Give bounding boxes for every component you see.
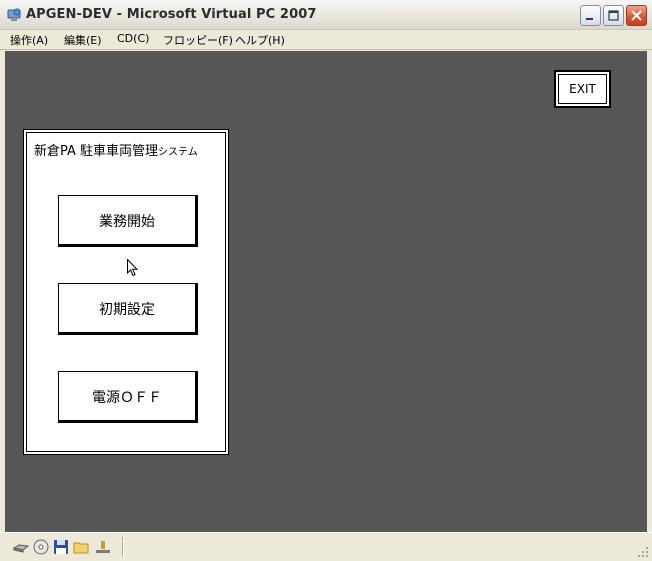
menu-cd[interactable]: CD(C) bbox=[117, 32, 149, 45]
menu-edit[interactable]: 編集(E) bbox=[64, 32, 102, 48]
power-off-label: 電源ＯＦＦ bbox=[92, 390, 162, 406]
shared-folder-icon[interactable] bbox=[73, 539, 89, 555]
minimize-icon bbox=[586, 18, 593, 20]
network-icon[interactable] bbox=[95, 539, 111, 555]
start-work-button[interactable]: 業務開始 bbox=[58, 195, 198, 247]
menu-action[interactable]: 操作(A) bbox=[10, 32, 48, 48]
status-bar bbox=[0, 532, 652, 561]
menu-help[interactable]: ヘルプ(H) bbox=[235, 32, 285, 48]
exit-button-label: EXIT bbox=[569, 82, 596, 96]
virtual-pc-icon bbox=[7, 8, 21, 21]
initial-settings-button[interactable]: 初期設定 bbox=[58, 283, 198, 335]
initial-settings-label: 初期設定 bbox=[99, 302, 155, 318]
panel-title: 新倉PA 駐車車両管理システム bbox=[34, 140, 198, 159]
floppy-icon[interactable] bbox=[53, 539, 69, 555]
start-work-label: 業務開始 bbox=[99, 214, 155, 230]
minimize-button[interactable] bbox=[580, 5, 601, 26]
status-separator bbox=[122, 537, 123, 557]
menu-bar: 操作(A) 編集(E) CD(C) フロッピー(F) ヘルプ(H) bbox=[0, 30, 652, 50]
menu-floppy[interactable]: フロッピー(F) bbox=[163, 32, 233, 48]
maximize-button[interactable] bbox=[603, 5, 624, 26]
power-off-button[interactable]: 電源ＯＦＦ bbox=[58, 371, 198, 423]
maximize-icon bbox=[608, 10, 619, 21]
resize-grip-icon[interactable] bbox=[637, 546, 649, 558]
title-bar[interactable]: APGEN-DEV - Microsoft Virtual PC 2007 bbox=[0, 0, 652, 30]
cd-icon[interactable] bbox=[33, 539, 49, 555]
main-menu-panel: 新倉PA 駐車車両管理システム 業務開始 初期設定 電源ＯＦＦ bbox=[23, 129, 229, 455]
panel-title-main: 新倉PA 駐車車両管理 bbox=[34, 144, 159, 159]
mouse-cursor-icon bbox=[127, 259, 139, 277]
exit-button[interactable]: EXIT bbox=[554, 70, 611, 108]
panel-title-suffix: システム bbox=[158, 147, 198, 158]
window-title: APGEN-DEV - Microsoft Virtual PC 2007 bbox=[26, 7, 317, 22]
hard-disk-icon[interactable] bbox=[13, 539, 29, 555]
close-button[interactable] bbox=[626, 5, 647, 26]
guest-display[interactable]: EXIT 新倉PA 駐車車両管理システム 業務開始 初期設定 電源ＯＦＦ bbox=[5, 51, 647, 532]
close-icon bbox=[631, 10, 642, 21]
